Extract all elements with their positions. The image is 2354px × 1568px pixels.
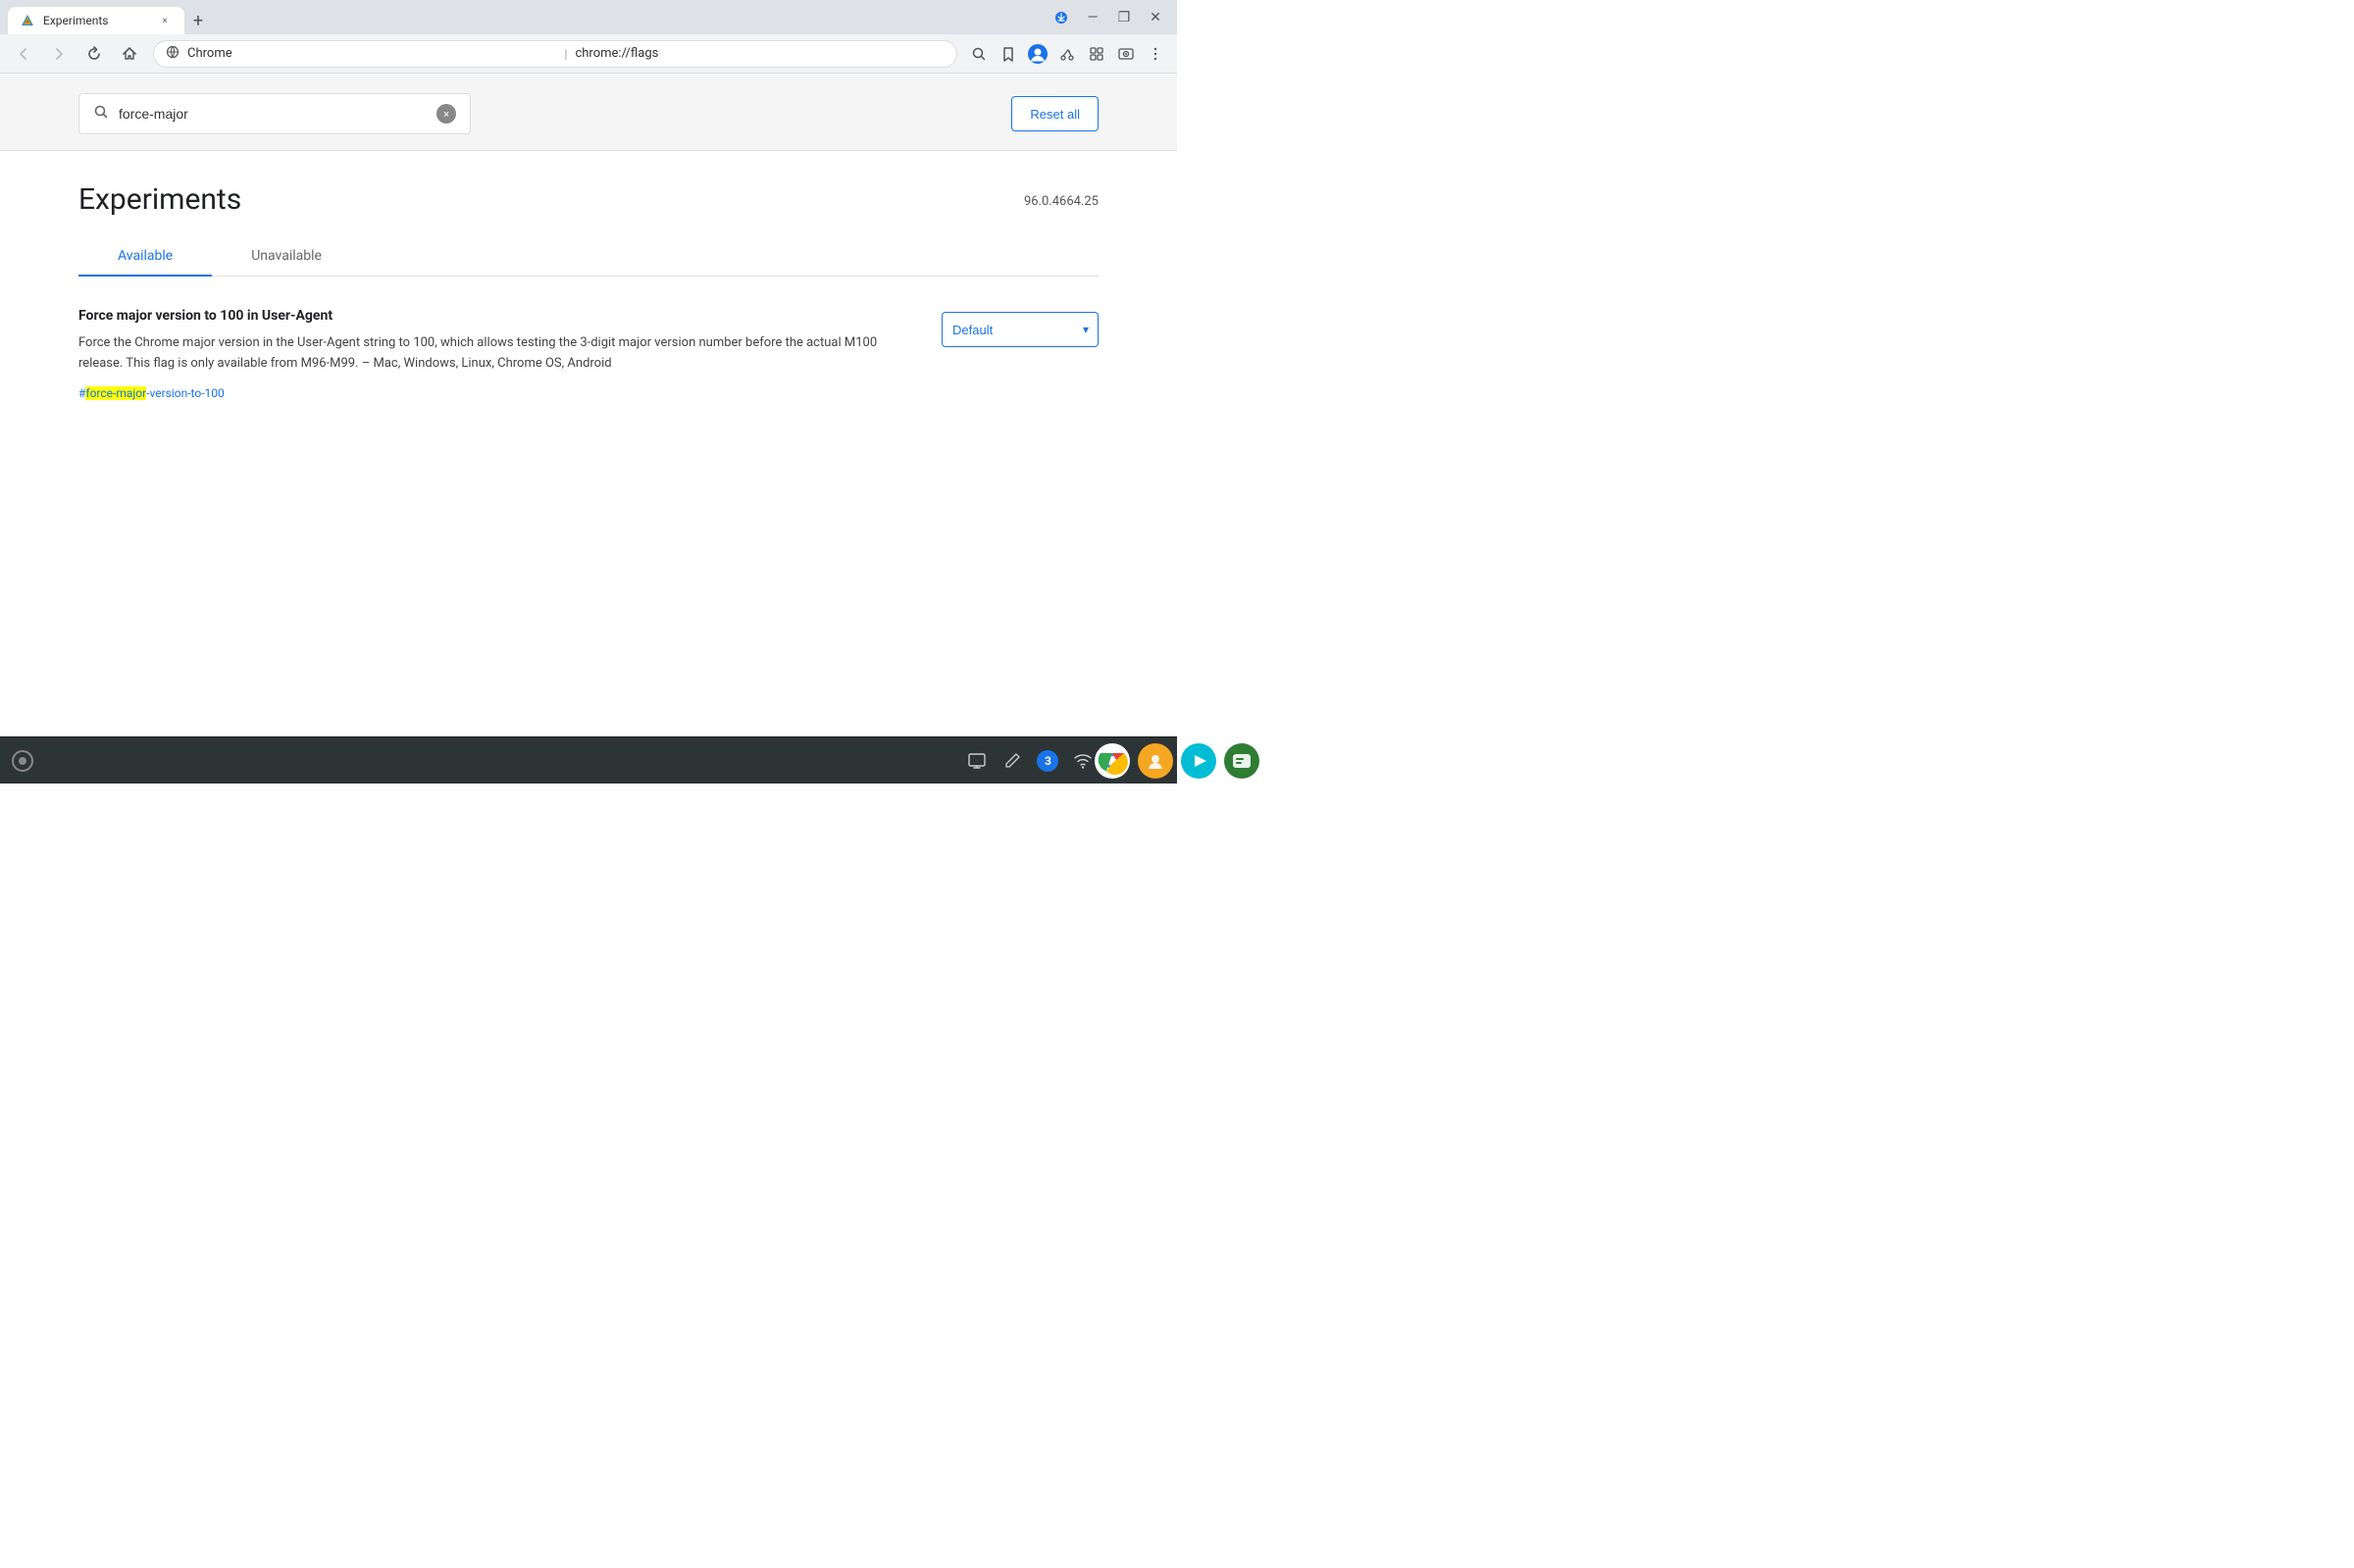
profile-button[interactable] xyxy=(1024,40,1051,68)
maximize-button[interactable]: ❐ xyxy=(1110,4,1138,31)
search-bar-container: × Reset all xyxy=(0,74,1177,151)
taskbar-left xyxy=(12,750,33,772)
window-controls: — ❐ ✕ xyxy=(1048,4,1169,31)
flags-content: Force major version to 100 in User-Agent… xyxy=(0,277,1177,736)
experiments-header: Experiments 96.0.4664.25 xyxy=(0,151,1177,217)
search-clear-button[interactable]: × xyxy=(436,104,456,124)
bookmark-button[interactable] xyxy=(995,40,1022,68)
menu-button[interactable] xyxy=(1142,40,1169,68)
active-tab[interactable]: Experiments × xyxy=(8,7,184,34)
taskbar-chat[interactable] xyxy=(1224,743,1259,779)
flag-select-wrapper: Default Enabled Disabled ▾ xyxy=(942,312,1099,347)
search-button[interactable] xyxy=(965,40,993,68)
extensions-button[interactable] xyxy=(1083,40,1110,68)
tabs-container: Available Unavailable xyxy=(78,236,1099,277)
back-button[interactable] xyxy=(8,38,39,70)
flag-link-highlight: force-major xyxy=(85,386,146,400)
tab-label: Experiments xyxy=(43,14,149,27)
taskbar-chrome[interactable] xyxy=(1095,743,1130,779)
taskbar: 3 3:18 xyxy=(0,736,1177,784)
site-icon xyxy=(166,45,179,62)
taskbar-menu-button[interactable] xyxy=(12,750,33,772)
flag-control: Default Enabled Disabled ▾ xyxy=(942,312,1099,347)
reset-all-button[interactable]: Reset all xyxy=(1011,96,1099,131)
search-bar[interactable]: × xyxy=(78,93,471,134)
flag-link[interactable]: #force-major-version-to-100 xyxy=(78,386,225,400)
taskbar-center xyxy=(1095,743,1259,779)
taskbar-badge[interactable]: 3 xyxy=(1034,747,1061,775)
taskbar-app-2[interactable] xyxy=(1138,743,1173,779)
flag-description: Force the Chrome major version in the Us… xyxy=(78,333,918,375)
page-title: Experiments xyxy=(78,182,241,217)
flag-title: Force major version to 100 in User-Agent xyxy=(78,308,918,324)
cut-button[interactable] xyxy=(1053,40,1081,68)
taskbar-video[interactable] xyxy=(1181,743,1216,779)
browser-toolbar: Chrome | chrome://flags xyxy=(0,34,1177,74)
minimize-button[interactable]: — xyxy=(1079,4,1106,31)
title-bar: Experiments × + — ❐ ✕ xyxy=(0,0,1177,34)
close-button[interactable]: ✕ xyxy=(1142,4,1169,31)
taskbar-screen-icon[interactable] xyxy=(963,747,991,775)
tab-close-button[interactable]: × xyxy=(157,13,173,28)
forward-button[interactable] xyxy=(43,38,75,70)
download-button[interactable] xyxy=(1048,4,1075,31)
page-content: × Reset all Experiments 96.0.4664.25 Ava… xyxy=(0,74,1177,736)
address-separator: | xyxy=(565,47,568,61)
address-site: Chrome xyxy=(187,46,557,61)
address-url: chrome://flags xyxy=(575,46,945,61)
home-button[interactable] xyxy=(114,38,145,70)
address-bar[interactable]: Chrome | chrome://flags xyxy=(153,40,957,68)
tab-available[interactable]: Available xyxy=(78,236,212,276)
tab-area: Experiments × + xyxy=(8,0,1044,34)
new-tab-button[interactable]: + xyxy=(184,7,212,34)
search-icon xyxy=(93,104,109,124)
toolbar-actions xyxy=(965,40,1169,68)
taskbar-pen-icon[interactable] xyxy=(998,747,1026,775)
flag-item: Force major version to 100 in User-Agent… xyxy=(78,308,1099,421)
version-text: 96.0.4664.25 xyxy=(1024,194,1099,209)
reload-button[interactable] xyxy=(78,38,110,70)
taskbar-wifi-icon[interactable] xyxy=(1069,747,1097,775)
flag-info: Force major version to 100 in User-Agent… xyxy=(78,308,918,401)
tab-unavailable[interactable]: Unavailable xyxy=(212,236,361,276)
cast-button[interactable] xyxy=(1112,40,1140,68)
tab-favicon xyxy=(20,13,35,28)
search-input[interactable] xyxy=(119,106,427,122)
flag-select[interactable]: Default Enabled Disabled xyxy=(942,312,1099,347)
